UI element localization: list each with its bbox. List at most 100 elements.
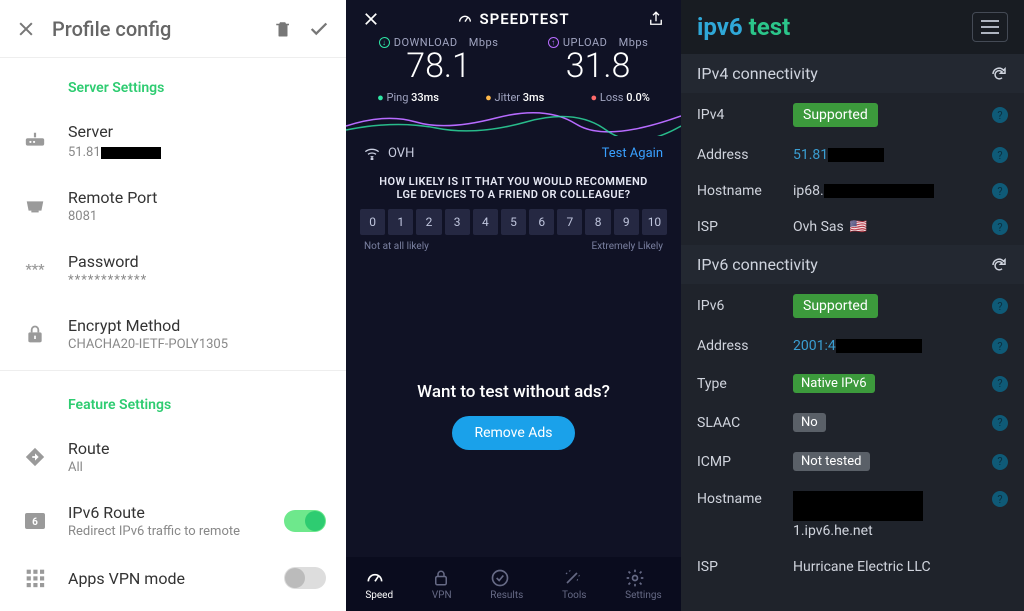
- help-icon[interactable]: ?: [992, 107, 1008, 123]
- route-icon: [20, 446, 50, 468]
- survey-question: HOW LIKELY IS IT THAT YOU WOULD RECOMMEN…: [346, 169, 681, 209]
- nav-results[interactable]: Results: [490, 568, 523, 601]
- ipv6-isp-value: Hurricane Electric LLC: [793, 559, 931, 575]
- ipv4-address-value[interactable]: 51.81: [793, 147, 884, 163]
- apps-icon: [20, 568, 50, 588]
- password-icon: ***: [20, 262, 50, 278]
- likert-2[interactable]: 2: [416, 209, 441, 235]
- ping-metric: ● Ping 33ms: [377, 91, 439, 104]
- ipv4-status-row: IPv4 Supported ?: [681, 93, 1024, 137]
- profile-header: Profile config: [0, 0, 346, 58]
- likert-7[interactable]: 7: [557, 209, 582, 235]
- help-icon[interactable]: ?: [992, 338, 1008, 354]
- lock-icon: [20, 323, 50, 345]
- jitter-metric: ● Jitter 3ms: [485, 91, 544, 104]
- gauge-icon: [457, 11, 473, 27]
- ipv6-status-row: IPv6 Supported ?: [681, 284, 1024, 328]
- password-row[interactable]: *** Password ************: [0, 238, 346, 302]
- password-label: Password: [68, 252, 326, 271]
- nav-speed[interactable]: Speed: [365, 568, 393, 601]
- upload-value: 31.8: [548, 49, 648, 85]
- route-row[interactable]: Route All: [0, 425, 346, 489]
- help-icon[interactable]: ?: [992, 491, 1008, 507]
- nav-tools[interactable]: Tools: [562, 568, 586, 601]
- server-icon: [20, 132, 50, 150]
- close-icon[interactable]: [16, 19, 36, 39]
- encrypt-row[interactable]: Encrypt Method CHACHA20-IETF-POLY1305: [0, 302, 346, 366]
- delete-icon[interactable]: [274, 19, 292, 39]
- likert-5[interactable]: 5: [501, 209, 526, 235]
- likert-9[interactable]: 9: [614, 209, 639, 235]
- brand-label: SPEEDTEST: [479, 10, 569, 28]
- close-icon[interactable]: [362, 10, 380, 28]
- remote-port-label: Remote Port: [68, 188, 326, 207]
- likert-6[interactable]: 6: [529, 209, 554, 235]
- ipv4-address-row: Address 51.81 ?: [681, 137, 1024, 173]
- check-circle-icon: [490, 568, 523, 588]
- remote-port-row[interactable]: Remote Port 8081: [0, 174, 346, 238]
- ipv6-route-row[interactable]: 6 IPv6 Route Redirect IPv6 traffic to re…: [0, 489, 346, 553]
- provider-row: OVH Test Again: [346, 136, 681, 169]
- help-icon[interactable]: ?: [992, 454, 1008, 470]
- refresh-icon[interactable]: [990, 256, 1008, 274]
- nav-vpn[interactable]: VPN: [432, 568, 452, 601]
- gear-icon: [625, 568, 662, 588]
- ipv6-slaac-row: SLAAC No ?: [681, 403, 1024, 442]
- likert-8[interactable]: 8: [585, 209, 610, 235]
- ipv6-address-row: Address 2001:4 ?: [681, 328, 1024, 364]
- route-value: All: [68, 460, 326, 475]
- likert-low-label: Not at all likely: [364, 241, 429, 252]
- ipv6-icon: 6: [20, 512, 50, 530]
- wand-icon: [562, 568, 586, 588]
- help-icon[interactable]: ?: [992, 219, 1008, 235]
- apps-vpn-label: Apps VPN mode: [68, 569, 284, 588]
- speedtest-topbar: SPEEDTEST: [346, 0, 681, 32]
- ipv6-header: ipv6test: [681, 0, 1024, 54]
- ipv6-route-toggle[interactable]: [284, 510, 326, 532]
- ipv6-section-head: IPv6 connectivity: [681, 245, 1024, 284]
- likert-0[interactable]: 0: [360, 209, 385, 235]
- help-icon[interactable]: ?: [992, 147, 1008, 163]
- ipv6-type-badge: Native IPv6: [793, 374, 875, 393]
- ipv4-section-head: IPv4 connectivity: [681, 54, 1024, 93]
- confirm-icon[interactable]: [308, 18, 330, 40]
- help-icon[interactable]: ?: [992, 298, 1008, 314]
- help-icon[interactable]: ?: [992, 183, 1008, 199]
- apps-vpn-toggle[interactable]: [284, 567, 326, 589]
- section-feature-settings: Feature Settings: [0, 375, 346, 425]
- svg-text:6: 6: [32, 517, 38, 528]
- ipv4-isp-value: Ovh Sas: [793, 219, 844, 235]
- ipv6-test-panel: ipv6test IPv4 connectivity IPv4 Supporte…: [681, 0, 1024, 611]
- speed-chart: [346, 108, 681, 136]
- test-again-link[interactable]: Test Again: [602, 146, 663, 161]
- metrics-row: ↓DOWNLOAD Mbps 78.1 ↑UPLOAD Mbps 31.8: [346, 32, 681, 85]
- server-label: Server: [68, 122, 326, 141]
- ipv6-type-row: Type Native IPv6 ?: [681, 364, 1024, 403]
- help-icon[interactable]: ?: [992, 376, 1008, 392]
- speedtest-brand: SPEEDTEST: [457, 10, 569, 28]
- ipv6-isp-row: ISP Hurricane Electric LLC: [681, 549, 1024, 585]
- server-value: 51.81: [68, 145, 163, 160]
- download-value: 78.1: [379, 49, 499, 85]
- speedtest-panel: SPEEDTEST ↓DOWNLOAD Mbps 78.1 ↑UPLOAD Mb…: [346, 0, 681, 611]
- apps-vpn-row[interactable]: Apps VPN mode: [0, 553, 346, 603]
- likert-10[interactable]: 10: [642, 209, 667, 235]
- ipv6-address-value[interactable]: 2001:4: [793, 338, 922, 354]
- ipv4-hostname-value: ip68.: [793, 183, 934, 199]
- likert-1[interactable]: 1: [388, 209, 413, 235]
- remove-ads-button[interactable]: Remove Ads: [452, 416, 574, 450]
- likert-3[interactable]: 3: [445, 209, 470, 235]
- share-icon[interactable]: [647, 10, 665, 28]
- menu-icon[interactable]: [972, 12, 1008, 42]
- server-row[interactable]: Server 51.81: [0, 108, 346, 174]
- encrypt-label: Encrypt Method: [68, 316, 326, 335]
- provider-name: OVH: [388, 146, 414, 161]
- route-label: Route: [68, 439, 326, 458]
- nav-settings[interactable]: Settings: [625, 568, 662, 601]
- page-title: Profile config: [52, 17, 274, 41]
- refresh-icon[interactable]: [990, 65, 1008, 83]
- ipv6-slaac-badge: No: [793, 413, 826, 432]
- likert-4[interactable]: 4: [473, 209, 498, 235]
- download-metric: ↓DOWNLOAD Mbps 78.1: [379, 36, 499, 85]
- help-icon[interactable]: ?: [992, 415, 1008, 431]
